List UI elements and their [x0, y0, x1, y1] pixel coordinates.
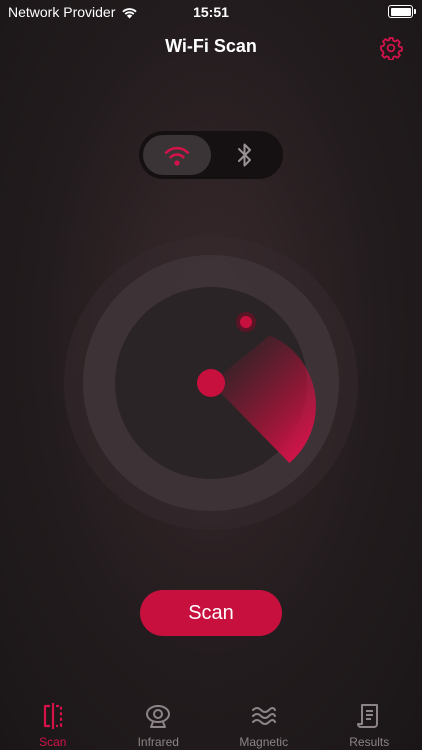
webcam-icon	[146, 705, 171, 728]
waves-icon	[251, 707, 276, 725]
scan-split-icon	[43, 703, 62, 729]
tab-label: Magnetic	[239, 735, 289, 749]
page-title: Wi-Fi Scan	[165, 36, 257, 56]
bluetooth-icon	[238, 143, 251, 167]
status-bar: Network Provider 15:51	[0, 0, 422, 26]
clock: 15:51	[193, 4, 229, 20]
radar-display	[64, 236, 358, 530]
radar-center-dot	[197, 369, 225, 397]
bluetooth-mode-button[interactable]	[211, 135, 279, 175]
tab-label: Scan	[39, 735, 67, 749]
tab-infrared[interactable]: Infrared	[106, 694, 211, 750]
tab-results[interactable]: Results	[317, 694, 422, 750]
document-icon	[357, 704, 379, 728]
detected-device-blip-core	[240, 316, 252, 328]
tab-magnetic[interactable]: Magnetic	[211, 694, 316, 750]
scan-mode-toggle	[139, 131, 283, 179]
wifi-mode-button[interactable]	[143, 135, 211, 175]
wifi-icon	[164, 146, 190, 166]
tab-scan[interactable]: Scan	[0, 694, 105, 750]
tab-label: Results	[349, 735, 390, 749]
battery-icon	[388, 5, 416, 18]
gear-icon[interactable]	[379, 36, 403, 60]
tab-bar: Scan Infrared Magnetic Results	[0, 694, 422, 750]
tab-label: Infrared	[137, 735, 179, 749]
scan-button[interactable]: Scan	[140, 590, 282, 636]
